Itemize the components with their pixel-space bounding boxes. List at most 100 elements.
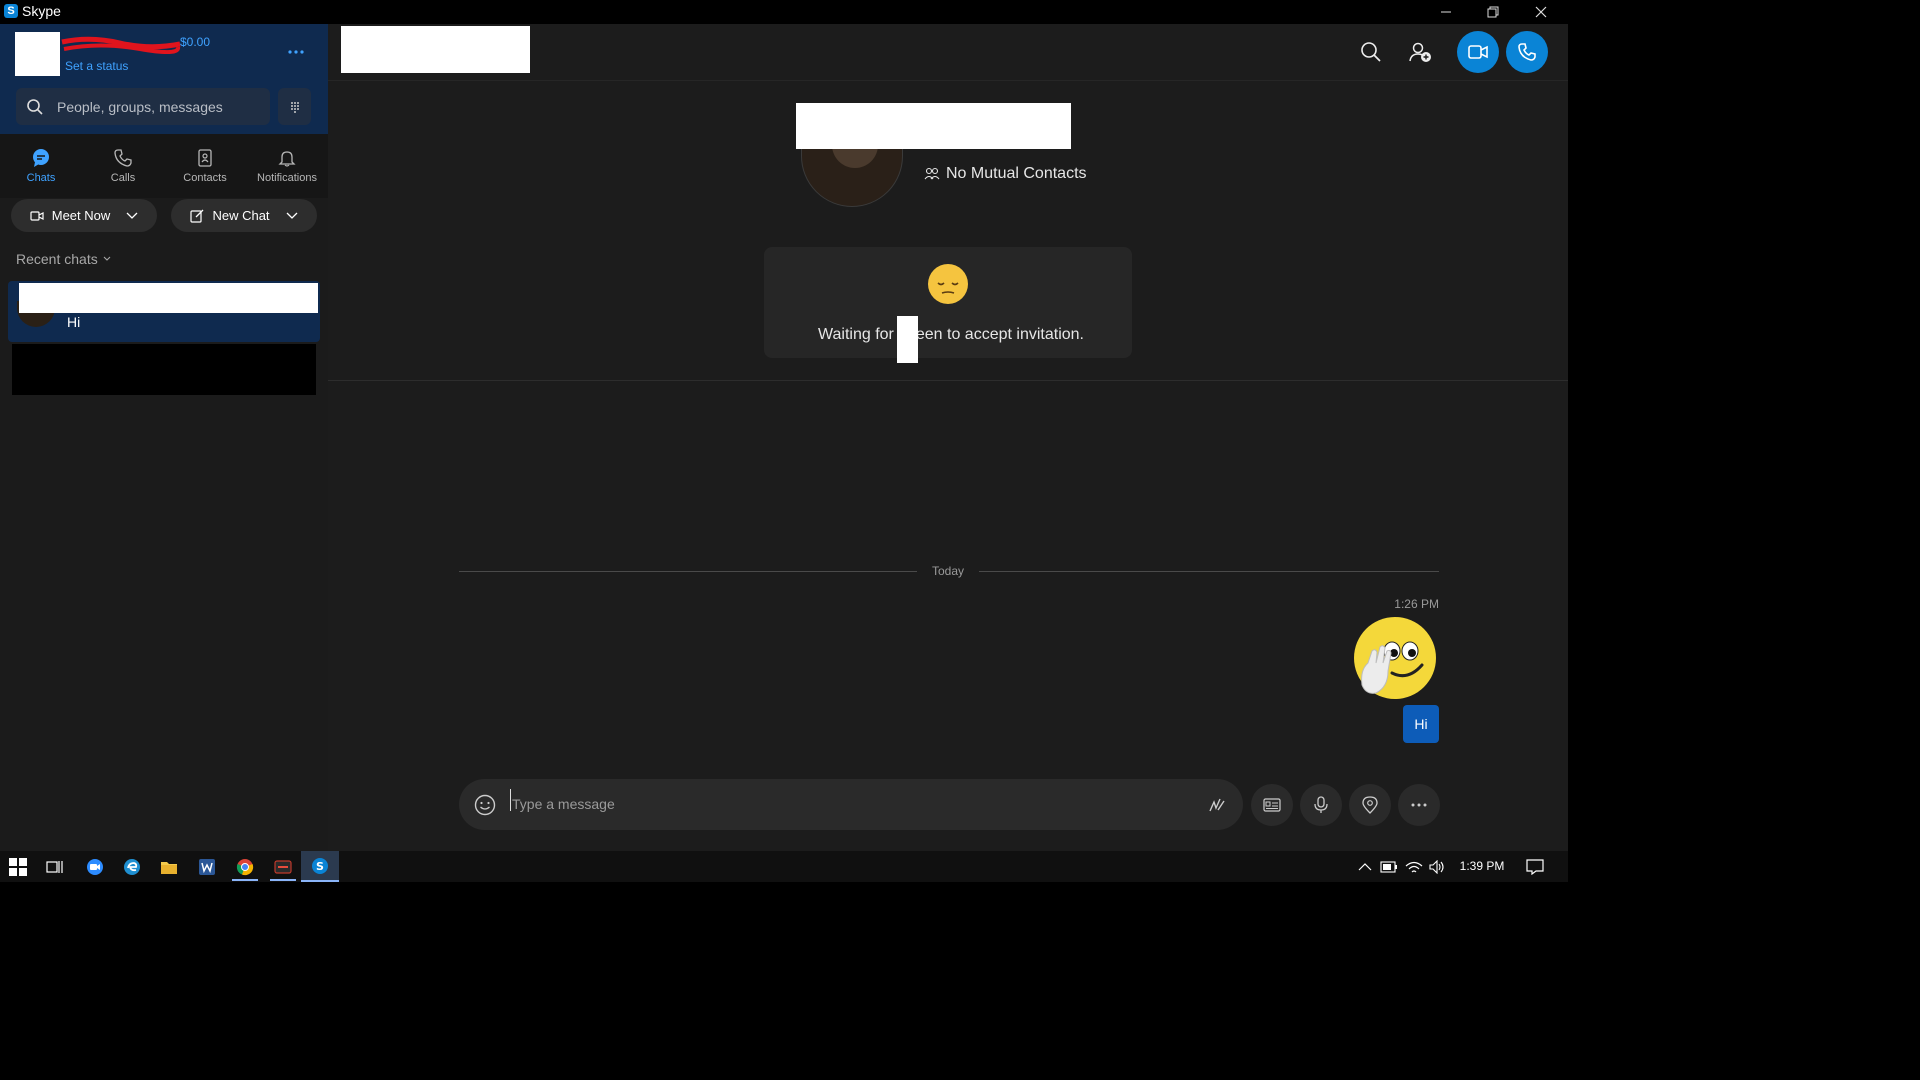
voice-message-button[interactable]: [1300, 784, 1342, 826]
phone-icon: [1518, 43, 1536, 61]
volume-indicator[interactable]: [1425, 855, 1449, 879]
video-camera-icon: [1468, 45, 1488, 59]
invite-pending-card: Waiting for een to accept invitation.: [764, 247, 1132, 363]
hand-wave-emoji-icon[interactable]: [1352, 615, 1438, 701]
search-button[interactable]: [1350, 31, 1392, 73]
invite-status-text: Waiting for een to accept invitation.: [818, 326, 1084, 344]
message-bubble[interactable]: Hi: [1403, 705, 1439, 743]
avatar[interactable]: [15, 32, 60, 76]
balance[interactable]: $0.00: [180, 35, 210, 49]
restore-button[interactable]: [1470, 0, 1516, 24]
taskbar-app-chrome[interactable]: [233, 855, 257, 879]
action-center-button[interactable]: [1523, 855, 1547, 879]
date-divider-label: Today: [931, 564, 965, 578]
minimize-button[interactable]: [1423, 0, 1469, 24]
emoji-button[interactable]: [464, 784, 506, 826]
new-chat-label: New Chat: [212, 208, 270, 223]
conversation-pane: No Mutual Contacts Waiting for een to acc…: [328, 24, 1568, 851]
share-location-button[interactable]: [1349, 784, 1391, 826]
ellipsis-icon: [288, 50, 304, 54]
divider: [328, 380, 1568, 381]
redacted-contact-name: [19, 283, 318, 313]
add-people-button[interactable]: [1399, 31, 1441, 73]
show-hidden-icons-button[interactable]: [1353, 855, 1377, 879]
sleepy-face-emoji-icon: [928, 264, 968, 304]
minimize-icon: [1441, 11, 1451, 13]
ellipsis-icon: [1411, 803, 1427, 807]
invite-text-after: een to accept invitation.: [915, 326, 1084, 343]
sidebar: $0.00 Set a status People, groups, messa…: [0, 24, 328, 851]
add-person-icon: [1409, 42, 1431, 62]
skype-logo-icon: S: [4, 4, 18, 18]
conversation-header: [328, 24, 1568, 81]
edge-browser-icon: [124, 859, 140, 875]
recent-chats-header[interactable]: Recent chats: [16, 251, 111, 267]
message-composer[interactable]: Type a message: [459, 779, 1243, 830]
taskbar-app-skype-active[interactable]: S: [301, 851, 339, 882]
task-view-icon: [46, 861, 63, 873]
taskbar-app-word[interactable]: [195, 855, 219, 879]
wifi-icon: [1405, 861, 1423, 873]
message-timestamp: 1:26 PM: [1394, 597, 1439, 611]
taskbar-app-file-explorer[interactable]: [157, 855, 181, 879]
tab-calls[interactable]: Calls: [82, 134, 164, 198]
smiley-icon: [474, 794, 496, 816]
close-button[interactable]: [1518, 0, 1564, 24]
media-app-icon: [274, 860, 292, 874]
running-indicator: [301, 880, 339, 882]
chrome-browser-icon: [236, 859, 254, 876]
speaker-icon: [1429, 860, 1444, 874]
window-title: Skype: [22, 3, 61, 19]
chevron-down-icon: [103, 256, 111, 261]
list-item[interactable]: Hi: [8, 281, 320, 342]
audio-call-button[interactable]: [1506, 31, 1548, 73]
text-cursor: [510, 789, 511, 811]
title-bar: S Skype: [0, 0, 1568, 24]
redacted-name-fragment: [897, 316, 918, 363]
tab-contacts[interactable]: Contacts: [164, 134, 246, 198]
people-icon: [924, 167, 940, 180]
message-input[interactable]: Type a message: [512, 796, 615, 812]
tab-notifications[interactable]: Notifications: [246, 134, 328, 198]
phone-icon: [114, 149, 132, 167]
tab-chats[interactable]: Chats: [0, 134, 82, 198]
redacted-name-scribble: [61, 36, 181, 54]
meet-now-button[interactable]: Meet Now: [11, 199, 157, 232]
mutual-contacts-label: No Mutual Contacts: [946, 165, 1087, 182]
video-call-button[interactable]: [1457, 31, 1499, 73]
more-composer-options-button[interactable]: [1398, 784, 1440, 826]
running-indicator: [232, 879, 258, 881]
handwriting-button[interactable]: [1196, 784, 1238, 826]
tab-label: Calls: [110, 172, 136, 184]
chat-bubble-icon: [33, 149, 49, 167]
dial-pad-icon: [290, 101, 299, 113]
search-icon: [1361, 42, 1381, 62]
tab-label: Chats: [26, 172, 56, 184]
taskbar-app-zoom[interactable]: [83, 855, 107, 879]
search-input[interactable]: People, groups, messages: [16, 88, 270, 125]
taskbar: S 1:39 PM: [0, 851, 1568, 882]
new-chat-button[interactable]: New Chat: [171, 199, 317, 232]
chevron-down-icon: [286, 212, 297, 219]
set-status-link[interactable]: Set a status: [65, 59, 128, 73]
contacts-book-icon: [198, 149, 212, 167]
start-button[interactable]: [6, 855, 30, 879]
chat-preview: Hi: [67, 314, 81, 330]
task-view-button[interactable]: [43, 855, 67, 879]
more-options-button[interactable]: [283, 40, 309, 64]
windows-logo-icon: [9, 858, 27, 876]
taskbar-app-edge[interactable]: [120, 855, 144, 879]
profile-header: $0.00 Set a status People, groups, messa…: [0, 24, 328, 134]
word-app-icon: [199, 859, 215, 875]
notification-center-icon: [1526, 859, 1544, 875]
battery-indicator[interactable]: [1377, 855, 1401, 879]
taskbar-app-media[interactable]: [271, 855, 295, 879]
clock[interactable]: 1:39 PM: [1452, 859, 1512, 873]
dial-pad-button[interactable]: [278, 88, 311, 125]
contact-card-button[interactable]: [1251, 784, 1293, 826]
zoom-app-icon: [87, 859, 103, 875]
network-indicator[interactable]: [1402, 855, 1426, 879]
folder-icon: [161, 862, 177, 874]
date-divider-line: [459, 571, 917, 572]
running-indicator: [270, 879, 296, 881]
